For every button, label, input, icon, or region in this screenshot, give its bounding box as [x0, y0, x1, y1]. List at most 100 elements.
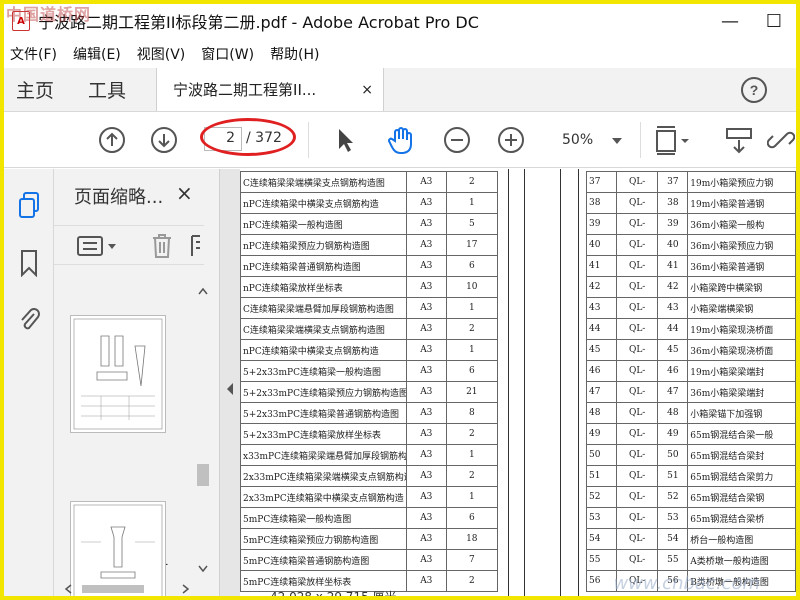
table-cell: 2	[445, 423, 499, 445]
left-navigation-rail	[4, 169, 54, 596]
table-cell: A3	[406, 192, 447, 214]
table-cell: A类桥墩一般构造图	[687, 549, 796, 571]
hand-tool-icon[interactable]	[384, 122, 418, 158]
table-cell: 43	[586, 297, 617, 319]
table-cell: 51	[586, 465, 617, 487]
table-cell: 52	[657, 486, 689, 508]
table-cell: 37	[586, 171, 617, 193]
table-cell: 49	[586, 423, 617, 445]
fit-page-icon[interactable]	[652, 122, 692, 158]
bookmark-icon[interactable]	[15, 249, 43, 277]
table-cell: 65m钢混结合梁剪力	[687, 465, 796, 487]
close-panel-button[interactable]: ×	[176, 181, 193, 205]
zoom-dropdown-icon[interactable]	[612, 138, 622, 144]
keyboard-scroll-icon[interactable]	[722, 122, 756, 158]
maximize-button[interactable]: ☐	[752, 4, 796, 38]
table-cell: 40	[586, 234, 617, 256]
table-cell: 1	[445, 297, 499, 319]
delete-page-icon[interactable]	[150, 232, 174, 264]
table-cell: x33mPC连续箱梁梁端悬臂加厚段钢筋构造图	[240, 444, 407, 466]
menu-help[interactable]: 帮助(H)	[270, 44, 319, 64]
select-arrow-icon[interactable]	[330, 122, 360, 158]
menu-view[interactable]: 视图(V)	[137, 44, 186, 64]
page-thumbnail[interactable]	[70, 315, 166, 433]
table-cell: A3	[406, 255, 447, 277]
table-cell: 1	[445, 444, 499, 466]
page-thumbnails-icon[interactable]	[15, 191, 43, 219]
zoom-in-icon[interactable]	[494, 122, 528, 158]
table-cell: 41	[586, 255, 617, 277]
minimize-button[interactable]: —	[708, 4, 752, 38]
scrollbar-thumb[interactable]	[197, 464, 209, 486]
table-cell: 65m钢混结合梁一般	[687, 423, 796, 445]
table-cell: 41	[657, 255, 689, 277]
next-page-icon[interactable]	[146, 122, 182, 158]
prev-page-icon[interactable]	[94, 122, 130, 158]
table-row: 42 QL- 42 小箱梁跨中横梁钢	[586, 276, 796, 298]
table-row: 41 QL- 41 36m小箱梁普通钢	[586, 255, 796, 277]
table-cell: 45	[586, 339, 617, 361]
thumbnail-panel-title: 页面缩略...	[74, 187, 164, 208]
menu-bar: 文件(F) 编辑(E) 视图(V) 窗口(W) 帮助(H)	[4, 40, 796, 68]
table-cell: QL-	[615, 465, 659, 487]
table-cell: QL-	[615, 192, 659, 214]
table-row: nPC连续箱梁普通钢筋构造图 A3 6	[240, 255, 499, 277]
table-cell: 2	[445, 465, 499, 487]
table-cell: 1	[445, 192, 499, 214]
thumbnail-hscrollbar[interactable]	[54, 581, 220, 596]
zoom-out-icon[interactable]	[440, 122, 474, 158]
table-cell: 49	[657, 423, 689, 445]
table-cell: 6	[445, 255, 499, 277]
table-cell: A3	[406, 549, 447, 571]
table-cell: QL-	[615, 507, 659, 529]
table-cell: 5mPC连续箱梁预应力钢筋构造图	[240, 528, 407, 550]
table-cell: 55	[586, 549, 617, 571]
insert-page-icon[interactable]	[190, 232, 202, 264]
tab-home[interactable]: 主页	[4, 68, 66, 111]
link-icon[interactable]	[766, 122, 796, 158]
table-cell: 36m小箱梁普通钢	[687, 255, 796, 277]
table-row: 46 QL- 46 19m小箱梁梁端封	[586, 360, 796, 382]
table-row: 5mPC连续箱梁预应力钢筋构造图 A3 18	[240, 528, 499, 550]
menu-window[interactable]: 窗口(W)	[201, 44, 254, 64]
menu-file[interactable]: 文件(F)	[10, 44, 57, 64]
table-cell: QL-	[615, 255, 659, 277]
hscrollbar-thumb[interactable]	[82, 585, 144, 593]
table-cell: 45	[657, 339, 689, 361]
table-cell: QL-	[615, 423, 659, 445]
thumbnail-scrollbar[interactable]	[194, 281, 212, 581]
attachment-icon[interactable]	[15, 305, 43, 333]
table-cell: nPC连续箱梁中横梁支点钢筋构造	[240, 192, 407, 214]
document-view[interactable]: C连续箱梁梁端横梁支点钢筋构造图 A3 2 nPC连续箱梁中横梁支点钢筋构造 A3 1 nP…	[240, 169, 796, 596]
menu-edit[interactable]: 编辑(E)	[73, 44, 121, 64]
table-cell: 48	[586, 402, 617, 424]
table-row: 40 QL- 40 36m小箱梁预应力钢	[586, 234, 796, 256]
table-cell: 19m小箱梁预应力钢	[687, 171, 796, 193]
table-cell: QL-	[615, 213, 659, 235]
table-cell: A3	[406, 528, 447, 550]
tab-document[interactable]: 宁波路二期工程第II... ×	[156, 68, 385, 111]
help-icon[interactable]: ?	[740, 68, 768, 111]
table-cell: 5mPC连续箱梁普通钢筋构造图	[240, 549, 407, 571]
watermark-url: www.cnbac.com	[613, 573, 760, 594]
table-row: 2x33mPC连续箱梁中横梁支点钢筋构造 A3 1	[240, 486, 499, 508]
tab-bar: 主页 工具 宁波路二期工程第II... × ?	[4, 68, 796, 112]
table-cell: 5+2x33mPC连续箱梁一般构造图	[240, 360, 407, 382]
table-cell: 2	[445, 318, 499, 340]
tab-tools[interactable]: 工具	[76, 68, 138, 111]
window-title: 宁波路二期工程第II标段第二册.pdf - Adobe Acrobat Pro …	[38, 13, 479, 32]
table-cell: 小箱梁锚下加强钢	[687, 402, 796, 424]
table-cell: QL-	[615, 549, 659, 571]
table-row: nPC连续箱梁中横梁支点钢筋构造 A3 1	[240, 192, 499, 214]
zoom-level[interactable]: 50%	[562, 132, 593, 148]
table-cell: 53	[586, 507, 617, 529]
table-cell: 53	[657, 507, 689, 529]
collapse-panel-handle[interactable]	[220, 169, 240, 596]
thumbnail-options-icon[interactable]	[76, 234, 120, 262]
table-cell: 40	[657, 234, 689, 256]
table-cell: 5	[445, 213, 499, 235]
close-tab-button[interactable]: ×	[361, 82, 373, 98]
table-cell: QL-	[615, 444, 659, 466]
table-cell: 2	[445, 570, 499, 592]
watermark-logo: 中国道桥网	[6, 5, 92, 24]
